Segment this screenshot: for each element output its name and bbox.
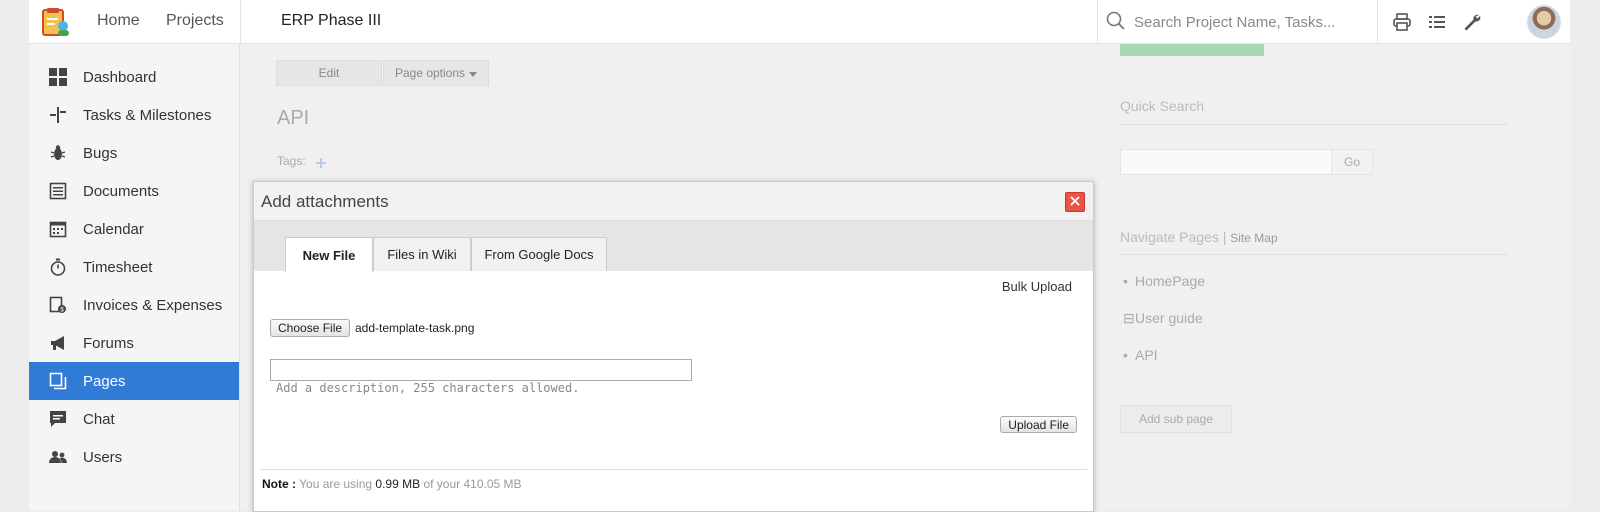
search-box <box>1098 0 1381 43</box>
tab-new-file[interactable]: New File <box>285 237 373 272</box>
dialog-title: Add attachments <box>261 192 389 211</box>
document-icon <box>48 181 68 201</box>
search-input[interactable] <box>1132 10 1376 34</box>
tab-bar: New File Files in Wiki From Google Docs <box>254 221 1093 272</box>
tags-row: Tags: <box>277 154 327 172</box>
sidebar-item-chat[interactable]: Chat <box>29 400 239 438</box>
navigate-pages-header: Navigate Pages | Site Map <box>1120 229 1278 245</box>
dashboard-icon <box>48 67 68 87</box>
divider <box>1120 124 1508 125</box>
page-options-button[interactable]: Page options <box>383 60 489 86</box>
sidebar-item-forums[interactable]: Forums <box>29 324 239 362</box>
sidebar-item-timesheet[interactable]: Timesheet <box>29 248 239 286</box>
sidebar: Dashboard Tasks & Milestones Bugs Docume… <box>29 43 240 510</box>
used-storage: 0.99 MB <box>375 477 421 491</box>
sidebar-item-tasks-milestones[interactable]: Tasks & Milestones <box>29 96 239 134</box>
list-icon[interactable] <box>1427 12 1447 32</box>
divider <box>1377 0 1378 43</box>
sidebar-item-label: Calendar <box>83 220 144 238</box>
tasks-icon <box>48 105 68 125</box>
divider <box>1120 254 1508 255</box>
bullet-icon: • <box>1123 347 1128 363</box>
description-input[interactable] <box>270 359 692 381</box>
selected-file-name: add-template-task.png <box>355 321 475 335</box>
sidebar-item-label: Chat <box>83 410 115 428</box>
tags-label: Tags: <box>277 154 306 168</box>
sidebar-item-label: Dashboard <box>83 68 157 86</box>
divider <box>260 469 1087 470</box>
nav-projects[interactable]: Projects <box>166 12 224 30</box>
nav-page-item[interactable]: • API <box>1123 347 1158 363</box>
create-new-page-button[interactable] <box>1120 43 1264 56</box>
add-attachments-dialog: Add attachments New File Files in Wiki F… <box>253 181 1094 512</box>
calendar-icon <box>48 219 68 239</box>
edit-button[interactable]: Edit <box>276 60 382 86</box>
bullet-icon: • <box>1123 273 1128 289</box>
sidebar-item-dashboard[interactable]: Dashboard <box>29 58 239 96</box>
megaphone-icon <box>48 333 68 353</box>
page-options-label: Page options <box>394 66 466 80</box>
description-hint: Add a description, 255 characters allowe… <box>276 381 580 395</box>
top-bar: Home Projects ERP Phase III <box>29 0 1570 44</box>
sidebar-item-label: Tasks & Milestones <box>83 106 212 124</box>
quick-search-input[interactable] <box>1120 149 1332 175</box>
nav-page-item[interactable]: • HomePage <box>1123 273 1205 289</box>
sidebar-item-label: Pages <box>83 372 126 390</box>
pages-icon <box>48 371 68 391</box>
navigate-pages-label: Navigate Pages <box>1120 229 1219 245</box>
storage-note: Note : You are using 0.99 MB of your 410… <box>262 477 522 491</box>
stopwatch-icon <box>48 257 68 277</box>
project-title[interactable]: ERP Phase III <box>281 12 381 30</box>
sidebar-item-label: Bugs <box>83 144 118 162</box>
tab-from-google-docs[interactable]: From Google Docs <box>471 237 607 271</box>
search-icon <box>1106 11 1126 36</box>
bulk-upload-link[interactable]: Bulk Upload <box>1002 279 1072 294</box>
print-icon[interactable] <box>1392 12 1412 32</box>
divider <box>240 0 241 43</box>
sidebar-item-calendar[interactable]: Calendar <box>29 210 239 248</box>
sidebar-item-label: Timesheet <box>83 258 153 276</box>
sidebar-item-label: Invoices & Expenses <box>83 296 223 314</box>
site-map-link[interactable]: Site Map <box>1230 231 1277 245</box>
add-sub-page-button[interactable]: Add sub page <box>1120 405 1232 433</box>
tab-files-in-wiki[interactable]: Files in Wiki <box>373 237 471 271</box>
nav-page-item[interactable]: ⊟User guide <box>1123 310 1203 327</box>
sidebar-item-users[interactable]: Users <box>29 438 239 476</box>
add-tag-icon[interactable] <box>315 157 327 172</box>
upload-file-button[interactable]: Upload File <box>1000 416 1077 433</box>
sidebar-item-label: Forums <box>83 334 134 352</box>
sidebar-item-invoices-expenses[interactable]: $ Invoices & Expenses <box>29 286 239 324</box>
close-icon <box>1070 193 1080 211</box>
total-storage: 410.05 MB <box>463 477 522 491</box>
choose-file-button[interactable]: Choose File <box>270 319 351 337</box>
wrench-icon[interactable] <box>1462 12 1482 32</box>
bug-icon <box>48 143 68 163</box>
sidebar-item-bugs[interactable]: Bugs <box>29 134 239 172</box>
close-button[interactable] <box>1065 192 1085 212</box>
chat-icon <box>48 409 68 429</box>
quick-search-label: Quick Search <box>1120 98 1205 114</box>
note-label: Note : <box>262 477 296 491</box>
caret-down-icon <box>469 66 478 80</box>
go-button[interactable]: Go <box>1331 149 1373 175</box>
app-logo-icon[interactable] <box>40 6 72 38</box>
user-avatar[interactable] <box>1527 5 1561 39</box>
sidebar-item-label: Documents <box>83 182 159 200</box>
collapse-icon[interactable]: ⊟ <box>1123 310 1135 327</box>
invoice-icon: $ <box>48 295 68 315</box>
sidebar-item-documents[interactable]: Documents <box>29 172 239 210</box>
nav-home[interactable]: Home <box>97 12 140 30</box>
users-icon <box>48 447 68 467</box>
page-heading: API <box>277 107 310 129</box>
sidebar-item-pages[interactable]: Pages <box>29 362 239 400</box>
dialog-header: Add attachments <box>254 182 1093 221</box>
sidebar-item-label: Users <box>83 448 123 466</box>
